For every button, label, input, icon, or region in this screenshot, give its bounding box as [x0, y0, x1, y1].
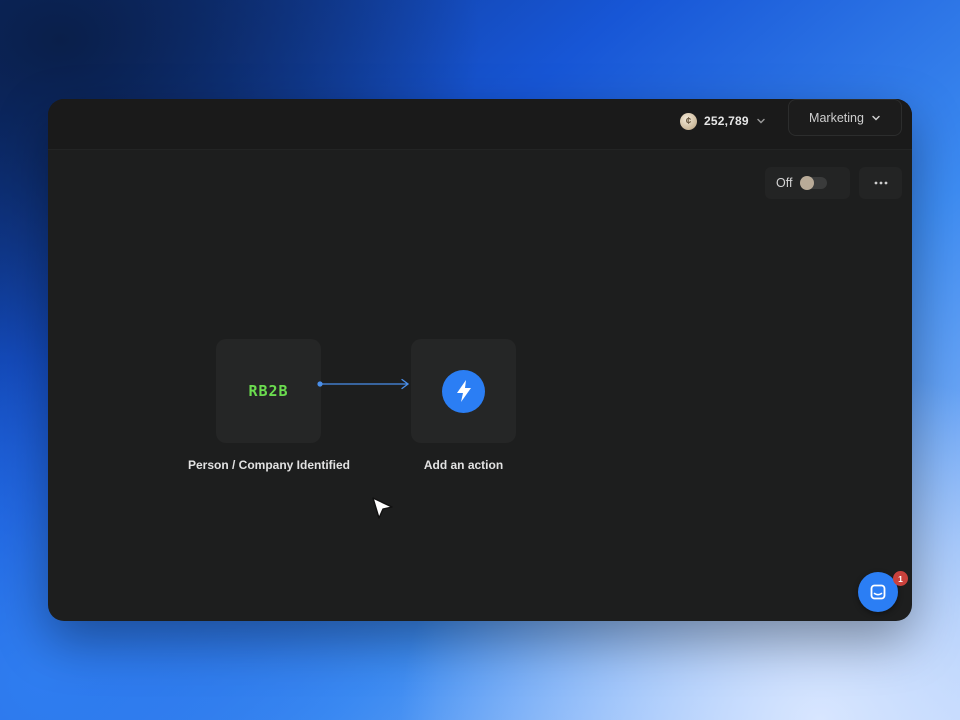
chevron-down-icon [757, 118, 765, 124]
more-horizontal-icon [874, 181, 887, 185]
lightning-bolt-icon [442, 369, 485, 413]
app-window: ¢ 252,789 Marketing Off RB2B Person / Co… [48, 99, 912, 621]
switch-knob [800, 176, 815, 190]
connector-arrow [317, 378, 410, 390]
rb2b-logo: RB2B [248, 382, 289, 400]
action-label: Add an action [423, 458, 504, 472]
chat-icon [870, 584, 886, 600]
top-bar: ¢ 252,789 Marketing [48, 99, 912, 150]
coin-icon: ¢ [680, 112, 697, 130]
credits-dropdown[interactable]: ¢ 252,789 [680, 107, 766, 135]
mouse-cursor-icon [372, 497, 393, 519]
trigger-label: Person / Company Identified [187, 458, 351, 472]
workspace-label: Marketing [809, 110, 864, 125]
action-node[interactable] [411, 339, 516, 443]
workspace-dropdown[interactable]: Marketing [788, 99, 902, 136]
chat-button[interactable] [858, 572, 898, 612]
notification-badge: 1 [893, 571, 908, 586]
chevron-down-icon [872, 115, 880, 121]
on-off-switch[interactable] [800, 176, 828, 190]
credits-value: 252,789 [704, 114, 749, 128]
trigger-node[interactable]: RB2B [216, 339, 321, 443]
toggle-label: Off [776, 176, 793, 190]
more-options-button[interactable] [859, 167, 902, 199]
workflow-toggle: Off [765, 167, 850, 199]
